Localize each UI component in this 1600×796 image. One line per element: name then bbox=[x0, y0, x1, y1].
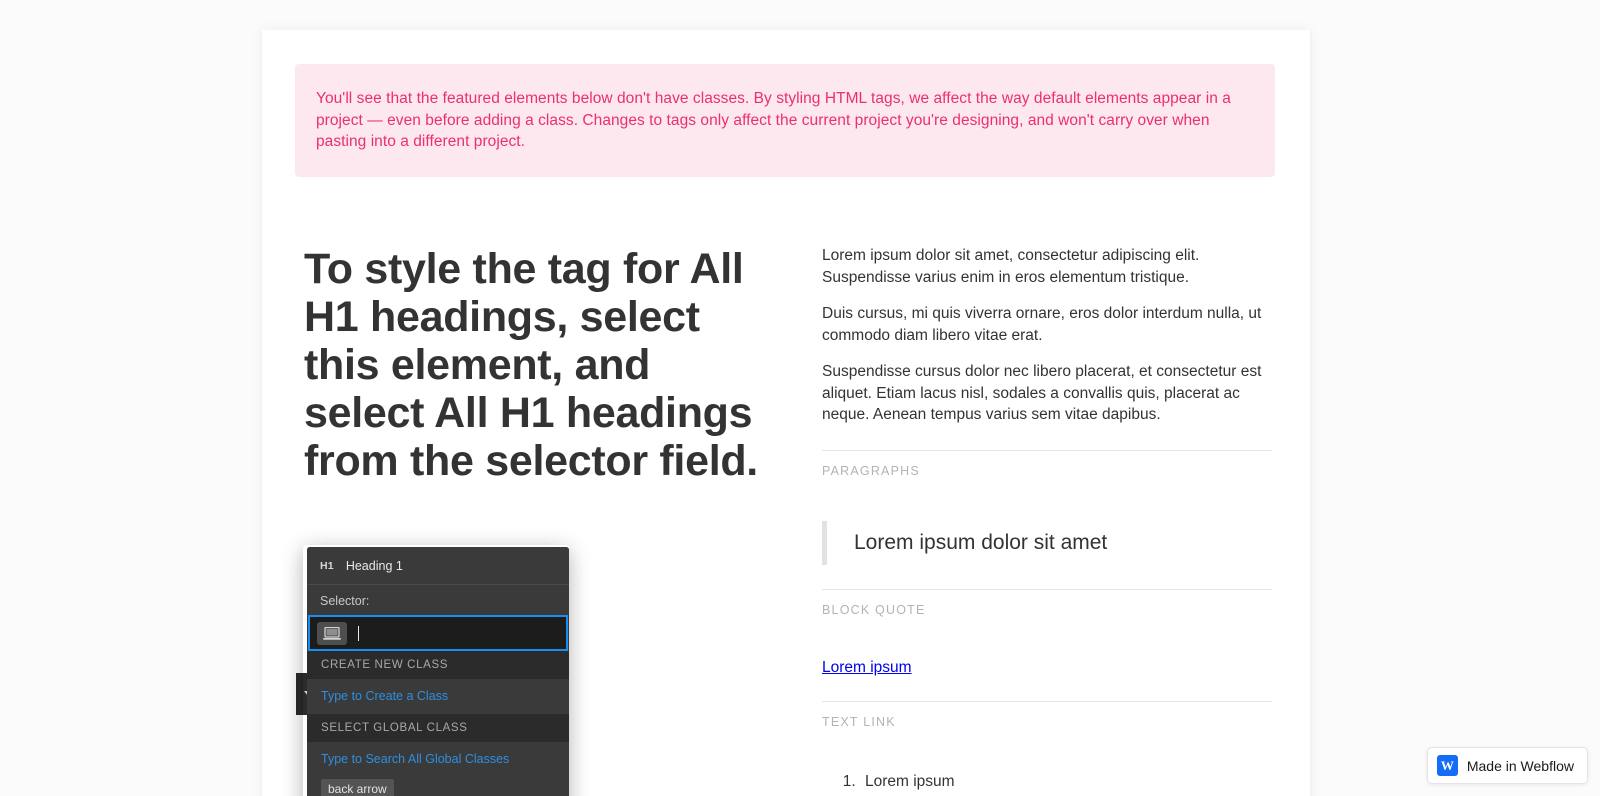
paragraph: Lorem ipsum dolor sit amet, consectetur … bbox=[822, 247, 1200, 286]
selector-panel-header: H1 Heading 1 bbox=[307, 547, 569, 585]
ordered-list: Lorem ipsum bbox=[822, 771, 1272, 793]
create-class-action[interactable]: Type to Create a Class bbox=[307, 679, 569, 714]
text-cursor bbox=[358, 625, 359, 641]
block-quote-text: Lorem ipsum dolor sit amet bbox=[854, 530, 1108, 554]
paragraph: Duis cursus, mi quis viverra ornare, ero… bbox=[822, 305, 1262, 344]
class-chip[interactable]: back arrow bbox=[321, 779, 394, 796]
webflow-logo-icon: W bbox=[1436, 755, 1458, 776]
divider bbox=[822, 700, 1272, 702]
block-quote: Lorem ipsum dolor sit amet bbox=[822, 520, 1272, 565]
selector-field-label: Selector: bbox=[307, 585, 569, 615]
right-column: Lorem ipsum dolor sit amet, consectetur … bbox=[822, 245, 1272, 793]
tag-badge: H1 bbox=[320, 559, 334, 572]
search-global-classes-action[interactable]: Type to Search All Global Classes bbox=[307, 742, 569, 777]
selector-panel: H1 Heading 1 Selector: CREATE NEW CLASS … bbox=[307, 547, 569, 796]
text-link[interactable]: Lorem ipsum bbox=[822, 659, 912, 676]
page-canvas: You'll see that the featured elements be… bbox=[262, 30, 1310, 796]
notice-text: You'll see that the featured elements be… bbox=[316, 90, 1231, 150]
global-class-list: back arrow bbox=[307, 777, 569, 796]
text-link-tag-label: TEXT LINK bbox=[822, 714, 896, 729]
made-in-webflow-badge[interactable]: W Made in Webflow bbox=[1426, 747, 1588, 784]
create-new-class-header: CREATE NEW CLASS bbox=[307, 651, 569, 679]
list-item: Lorem ipsum bbox=[860, 771, 1272, 793]
block-quote-tag-label: BLOCK QUOTE bbox=[822, 602, 926, 617]
divider bbox=[822, 588, 1272, 590]
selector-input[interactable] bbox=[308, 615, 568, 651]
text-link-wrap: Lorem ipsum bbox=[822, 659, 1272, 677]
info-notice: You'll see that the featured elements be… bbox=[295, 64, 1275, 177]
paragraph: Suspendisse cursus dolor nec libero plac… bbox=[822, 363, 1262, 423]
select-global-class-header: SELECT GLOBAL CLASS bbox=[307, 714, 569, 742]
made-in-webflow-label: Made in Webflow bbox=[1466, 757, 1574, 774]
page-title: To style the tag for All H1 headings, se… bbox=[304, 245, 758, 485]
content-columns: To style the tag for All H1 headings, se… bbox=[296, 245, 1272, 796]
divider bbox=[822, 449, 1272, 451]
element-name-label: Heading 1 bbox=[345, 558, 403, 573]
left-column: To style the tag for All H1 headings, se… bbox=[296, 245, 764, 796]
desktop-icon[interactable] bbox=[317, 621, 347, 645]
paragraphs-tag-label: PARAGRAPHS bbox=[822, 463, 920, 478]
